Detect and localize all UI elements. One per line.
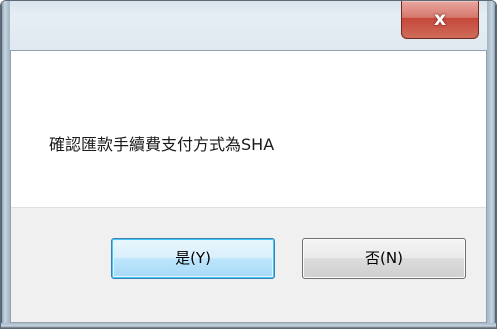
no-button[interactable]: 否(N) (302, 238, 466, 279)
window-frame-right (486, 1, 496, 328)
close-icon: x (433, 8, 447, 30)
button-area: 是(Y) 否(N) (11, 207, 486, 322)
message-text: 確認匯款手續費支付方式為SHA (49, 135, 275, 154)
message-dialog: x 確認匯款手續費支付方式為SHA 是(Y) 否(N) (0, 0, 497, 329)
yes-button[interactable]: 是(Y) (111, 238, 275, 279)
dialog-content: 確認匯款手續費支付方式為SHA 是(Y) 否(N) (10, 50, 487, 323)
close-button[interactable]: x (401, 1, 479, 39)
title-bar[interactable]: x (10, 1, 487, 50)
window-frame-bottom (1, 323, 496, 328)
